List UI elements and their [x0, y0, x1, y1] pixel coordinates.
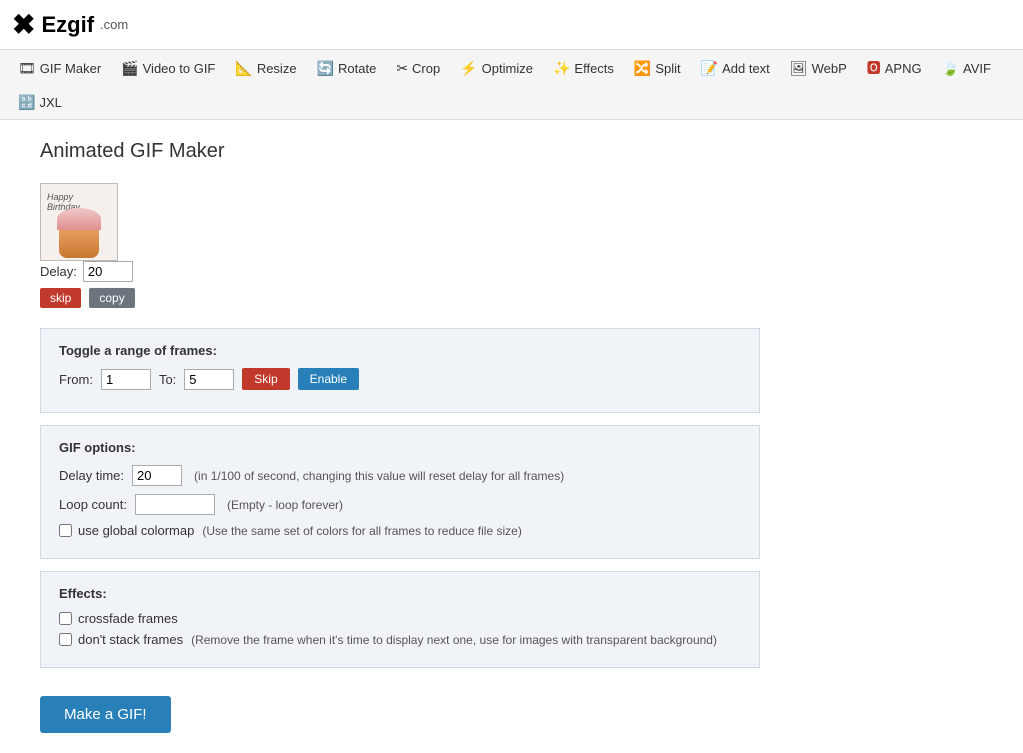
nav-item-crop[interactable]: ✂ Crop [386, 52, 450, 85]
jxl-icon: 🔡 [18, 94, 35, 111]
from-input[interactable] [101, 369, 151, 390]
crop-icon: ✂ [396, 60, 408, 77]
nav-item-split[interactable]: 🔀 Split [624, 52, 691, 85]
delay-time-label: Delay time: [59, 468, 124, 483]
rotate-icon: 🔄 [317, 60, 334, 77]
split-icon: 🔀 [634, 60, 651, 77]
gif-preview-area: HappyBirthday Delay: skip copy [40, 183, 760, 308]
delay-time-hint: (in 1/100 of second, changing this value… [194, 469, 564, 483]
toggle-range-row: From: To: Skip Enable [59, 368, 741, 390]
nav-item-apng[interactable]: 🅾 APNG [857, 50, 932, 86]
crossfade-row: crossfade frames [59, 611, 741, 626]
nav-item-optimize[interactable]: ⚡ Optimize [450, 52, 543, 85]
nav-label: AVIF [963, 61, 991, 76]
nav-label: Optimize [482, 61, 533, 76]
to-input[interactable] [184, 369, 234, 390]
delay-label: Delay: [40, 264, 77, 279]
frame-buttons: skip copy [40, 288, 760, 308]
loop-count-input[interactable] [135, 494, 215, 515]
nav-label: Crop [412, 61, 440, 76]
gif-options-title: GIF options: [59, 440, 741, 455]
colormap-hint: (Use the same set of colors for all fram… [202, 524, 521, 538]
nav-item-webp[interactable]: 🖼 WebP [780, 52, 857, 85]
loop-count-label: Loop count: [59, 497, 127, 512]
nav-item-resize[interactable]: 📐 Resize [225, 52, 306, 85]
nav-item-jxl[interactable]: 🔡 JXL [8, 86, 72, 119]
gif-maker-icon: 🎞 [18, 60, 36, 77]
nav-label: Split [655, 61, 680, 76]
nav-label: Add text [722, 61, 770, 76]
cupcake-top [57, 208, 101, 230]
nav-label: APNG [885, 61, 922, 76]
logo-icon: ✖ [12, 8, 35, 41]
gif-thumbnail: HappyBirthday [40, 183, 118, 261]
cupcake-base [59, 228, 99, 258]
nav-label: WebP [812, 61, 847, 76]
toggle-range-section: Toggle a range of frames: From: To: Skip… [40, 328, 760, 413]
copy-button[interactable]: copy [89, 288, 134, 308]
no-stack-label: don't stack frames [78, 632, 183, 647]
range-skip-button[interactable]: Skip [242, 368, 289, 390]
delay-time-input[interactable] [132, 465, 182, 486]
gif-options-section: GIF options: Delay time: (in 1/100 of se… [40, 425, 760, 559]
colormap-checkbox[interactable] [59, 524, 72, 537]
make-gif-button[interactable]: Make a GIF! [40, 696, 171, 733]
avif-icon: 🍃 [942, 60, 959, 77]
effects-section: Effects: crossfade frames don't stack fr… [40, 571, 760, 668]
colormap-row: use global colormap (Use the same set of… [59, 523, 741, 538]
crossfade-checkbox[interactable] [59, 612, 72, 625]
logo-suffix: .com [100, 17, 128, 32]
nav-item-avif[interactable]: 🍃 AVIF [932, 52, 1001, 85]
webp-icon: 🖼 [790, 60, 808, 77]
resize-icon: 📐 [235, 60, 252, 77]
nav-label: GIF Maker [40, 61, 101, 76]
header: ✖ Ezgif .com [0, 0, 1023, 50]
delay-time-row: Delay time: (in 1/100 of second, changin… [59, 465, 741, 486]
nav-item-rotate[interactable]: 🔄 Rotate [307, 52, 387, 85]
delay-input[interactable] [83, 261, 133, 282]
from-label: From: [59, 372, 93, 387]
nav-item-add-text[interactable]: 📝 Add text [691, 52, 780, 85]
no-stack-checkbox[interactable] [59, 633, 72, 646]
range-enable-button[interactable]: Enable [298, 368, 359, 390]
page-title: Animated GIF Maker [40, 140, 760, 163]
main-nav: 🎞 GIF Maker 🎬 Video to GIF 📐 Resize 🔄 Ro… [0, 50, 1023, 120]
nav-label: Rotate [338, 61, 376, 76]
main-content: Animated GIF Maker HappyBirthday Delay: … [0, 120, 800, 753]
add-text-icon: 📝 [701, 60, 718, 77]
nav-label: Resize [257, 61, 297, 76]
apng-icon: 🅾 [867, 58, 881, 78]
delay-row: Delay: [40, 261, 760, 282]
colormap-label: use global colormap [78, 523, 194, 538]
logo: ✖ Ezgif .com [12, 8, 128, 41]
no-stack-row: don't stack frames (Remove the frame whe… [59, 632, 741, 647]
nav-label: JXL [39, 95, 61, 110]
optimize-icon: ⚡ [460, 60, 477, 77]
no-stack-hint: (Remove the frame when it's time to disp… [191, 633, 717, 647]
logo-text: Ezgif [41, 12, 94, 38]
nav-item-gif-maker[interactable]: 🎞 GIF Maker [8, 52, 111, 85]
nav-label: Video to GIF [143, 61, 216, 76]
to-label: To: [159, 372, 176, 387]
skip-button[interactable]: skip [40, 288, 81, 308]
nav-item-effects[interactable]: ✨ Effects [543, 52, 624, 85]
loop-count-hint: (Empty - loop forever) [227, 498, 343, 512]
nav-item-video-to-gif[interactable]: 🎬 Video to GIF [111, 52, 225, 85]
toggle-section-title: Toggle a range of frames: [59, 343, 741, 358]
loop-count-row: Loop count: (Empty - loop forever) [59, 494, 741, 515]
video-to-gif-icon: 🎬 [121, 60, 138, 77]
crossfade-label: crossfade frames [78, 611, 178, 626]
effects-icon: ✨ [553, 60, 570, 77]
nav-label: Effects [574, 61, 614, 76]
effects-title: Effects: [59, 586, 741, 601]
